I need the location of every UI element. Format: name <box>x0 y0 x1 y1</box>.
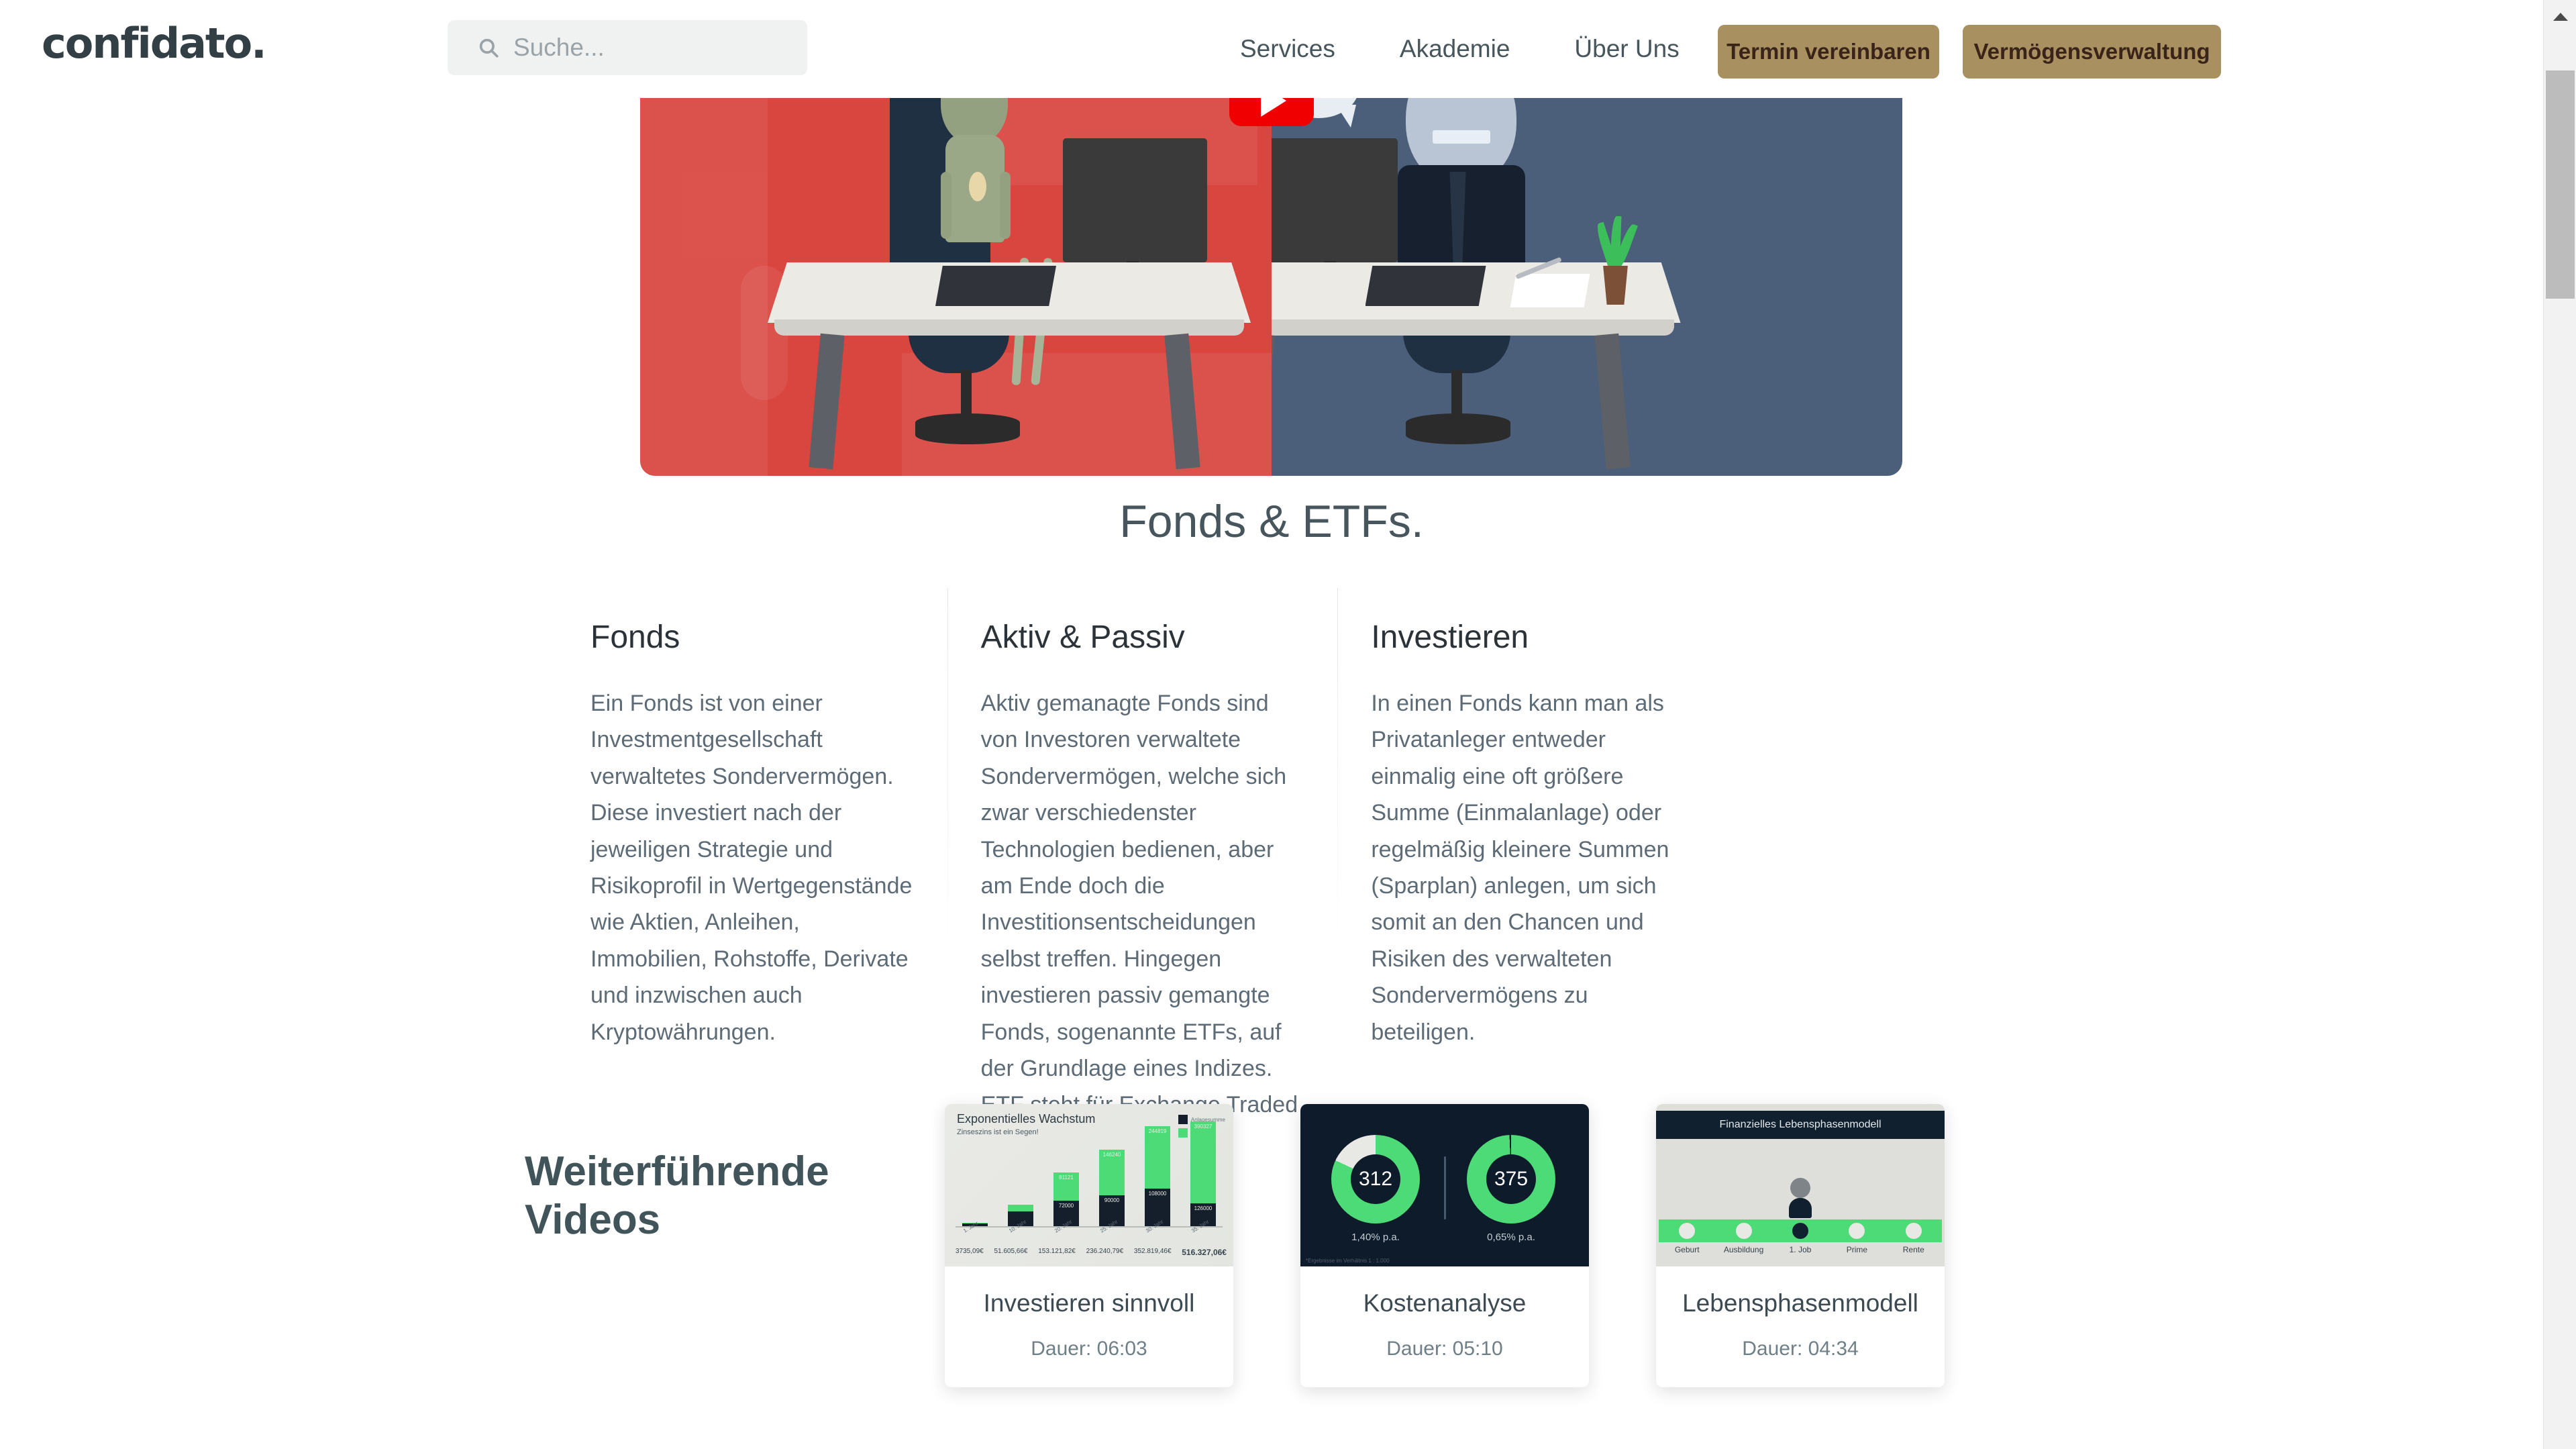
videos-section-heading: Weiterführende Videos <box>525 1148 829 1243</box>
youtube-video-embed[interactable]: $ $ Watch on <box>640 98 1902 476</box>
lifecycle-label: Prime <box>1846 1245 1868 1254</box>
nav-item-akademie[interactable]: Akademie <box>1368 35 1543 63</box>
bar-value: 126000 <box>1194 1205 1213 1211</box>
bar-value: 72000 <box>1058 1203 1074 1209</box>
total-value: 352.819,46€ <box>1133 1248 1172 1255</box>
lifecycle-dot <box>1679 1223 1696 1239</box>
search-icon <box>477 36 500 59</box>
bar-value: 108000 <box>1148 1191 1167 1197</box>
lifecycle-track <box>1659 1219 1942 1242</box>
lifecycle-label: Geburt <box>1674 1245 1700 1254</box>
video-card-lebensphasenmodell[interactable]: Finanzielles Lebensphasenmodell Geburt A… <box>1656 1104 1945 1387</box>
video-card-title: Investieren sinnvoll <box>983 1289 1195 1317</box>
video-thumbnail: $ $ <box>640 98 1902 476</box>
column-text: In einen Fonds kann man als Privatanlege… <box>1371 691 1669 1045</box>
site-logo[interactable]: confidato. <box>42 19 267 68</box>
nav-item-services[interactable]: Services <box>1208 35 1368 63</box>
donut-caption: 0,65% p.a. <box>1487 1232 1535 1243</box>
person-icon <box>1790 1178 1810 1198</box>
total-value: 3735,09€ <box>956 1248 984 1255</box>
bar-value: 90000 <box>1104 1197 1120 1203</box>
page-title: Fonds & ETFs. <box>1119 496 1424 547</box>
column-aktiv-passiv: Aktiv & Passiv Aktiv gemanagte Fonds sin… <box>947 588 1372 1154</box>
donut-center-value: 312 <box>1351 1154 1400 1204</box>
search-input[interactable]: Suche... <box>448 20 807 75</box>
column-title: Fonds <box>590 619 680 655</box>
video-card-duration: Dauer: 06:03 <box>1031 1338 1147 1360</box>
video-card-body: Kostenanalyse Dauer: 05:10 <box>1300 1266 1589 1387</box>
play-icon[interactable] <box>1229 98 1314 126</box>
chart-totals-row: 3735,09€ 51.605,66€ 153.121,82€ 236.240,… <box>956 1248 1227 1257</box>
video-card-title: Lebensphasenmodell <box>1682 1289 1918 1317</box>
video-card-duration: Dauer: 04:34 <box>1742 1338 1859 1360</box>
lifecycle-dot-active <box>1792 1223 1808 1239</box>
video-card-investieren-sinnvoll[interactable]: Exponentielles Wachstum Zinseszins ist e… <box>945 1104 1233 1387</box>
bar-value: 390327 <box>1194 1123 1213 1130</box>
video-card-body: Lebensphasenmodell Dauer: 04:34 <box>1656 1266 1945 1387</box>
donut-chart-left: 312 <box>1331 1135 1420 1223</box>
video-cards-list: Exponentielles Wachstum Zinseszins ist e… <box>945 1104 1945 1387</box>
video-card-title: Kostenanalyse <box>1363 1289 1527 1317</box>
person-body-icon <box>1789 1198 1812 1218</box>
chevron-up-icon[interactable] <box>2544 0 2576 33</box>
total-value: 516.327,06€ <box>1182 1248 1227 1257</box>
main-nav: Services Akademie Über Uns <box>1208 0 1712 98</box>
video-scene-right: $ $ <box>1271 98 1902 476</box>
bar-value: 146240 <box>1102 1152 1121 1158</box>
total-value: 153.121,82€ <box>1038 1248 1076 1255</box>
bar-value: 81121 <box>1059 1175 1074 1181</box>
lifecycle-dot <box>1735 1223 1752 1239</box>
video-scene-left <box>640 98 1272 476</box>
lifecycle-label: Rente <box>1902 1245 1924 1254</box>
nav-item-ueber-uns[interactable]: Über Uns <box>1542 35 1711 63</box>
column-fonds: Fonds Ein Fonds ist von einer Investment… <box>590 619 981 1045</box>
total-value: 236.240,79€ <box>1086 1248 1124 1255</box>
column-title: Investieren <box>1371 619 1529 655</box>
video-card-duration: Dauer: 05:10 <box>1386 1338 1503 1360</box>
bar-value: 244819 <box>1148 1128 1167 1134</box>
chart-x-labels: 1. Jahr 10. Jahr 20. Jahr 25. Jahr 30. J… <box>962 1219 1216 1246</box>
site-header: confidato. Suche... Services Akademie Üb… <box>0 0 2543 98</box>
donut-center-value: 375 <box>1486 1154 1536 1204</box>
lifecycle-title-bar: Finanzielles Lebensphasenmodell <box>1656 1111 1945 1139</box>
video-thumbnail-donut-chart: 312 1,40% p.a. 375 0,65% p.a. *Ergebniss… <box>1300 1104 1589 1266</box>
column-text: Ein Fonds ist von einer Investmentgesell… <box>590 691 913 1045</box>
donut-caption: 1,40% p.a. <box>1351 1232 1400 1243</box>
total-value: 51.605,66€ <box>994 1248 1028 1255</box>
page-scrollbar[interactable] <box>2543 0 2576 1449</box>
vermoegensverwaltung-button[interactable]: Vermögensverwaltung <box>1963 25 2221 79</box>
search-placeholder: Suche... <box>513 34 605 61</box>
lifecycle-label: Ausbildung <box>1723 1245 1764 1254</box>
column-text: Aktiv gemanagte Fonds sind von Investore… <box>980 691 1298 1154</box>
lifecycle-dot <box>1905 1223 1922 1239</box>
lifecycle-labels: Geburt Ausbildung 1. Job Prime Rente <box>1659 1245 1942 1254</box>
chart-bars: 81121 72000 146240 90000 244819 108000 3903… <box>962 1121 1216 1226</box>
lifecycle-dot <box>1849 1223 1865 1239</box>
video-card-body: Investieren sinnvoll Dauer: 06:03 <box>945 1266 1233 1387</box>
video-card-kostenanalyse[interactable]: 312 1,40% p.a. 375 0,65% p.a. *Ergebniss… <box>1300 1104 1589 1387</box>
divider <box>1444 1156 1446 1219</box>
video-thumbnail-bar-chart: Exponentielles Wachstum Zinseszins ist e… <box>945 1104 1233 1266</box>
column-investieren: Investieren In einen Fonds kann man als … <box>1337 588 1761 1045</box>
chart-footnote: *Ergebnisse im Verhältnis 1 : 1.000 <box>1306 1258 1390 1264</box>
column-title: Aktiv & Passiv <box>980 619 1185 655</box>
chart-axis-line <box>956 1226 1223 1228</box>
scrollbar-thumb[interactable] <box>2546 70 2575 299</box>
termin-vereinbaren-button[interactable]: Termin vereinbaren <box>1718 25 1939 79</box>
donut-chart-right: 375 <box>1467 1135 1555 1223</box>
info-columns: Fonds Ein Fonds ist von einer Investment… <box>590 588 1761 1154</box>
video-thumbnail-lifecycle: Finanzielles Lebensphasenmodell Geburt A… <box>1656 1104 1945 1266</box>
lifecycle-label: 1. Job <box>1789 1245 1812 1254</box>
